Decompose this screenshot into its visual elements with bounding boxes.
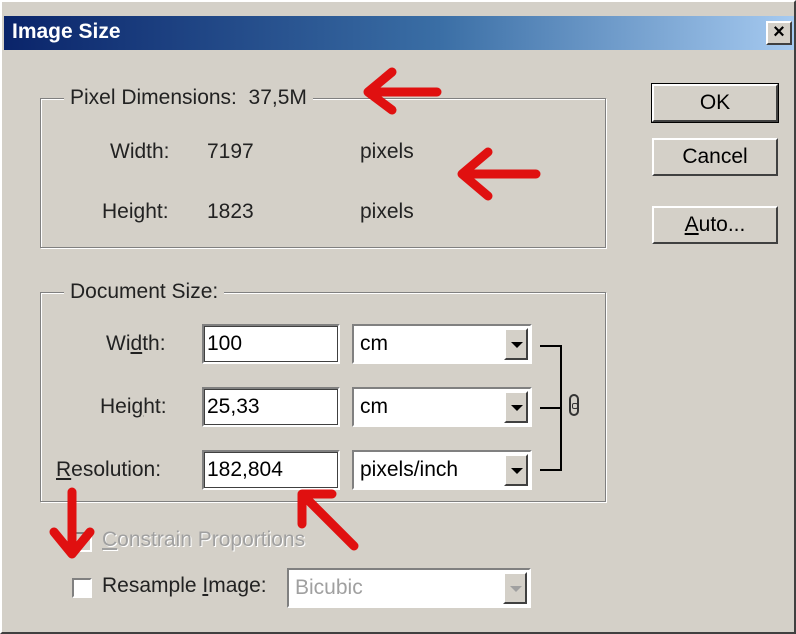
- doc-height-unit-value: cm: [360, 395, 388, 418]
- pixel-height-label: Height:: [102, 200, 169, 223]
- doc-width-input[interactable]: 100: [202, 324, 340, 364]
- auto-button[interactable]: Auto...: [652, 206, 778, 244]
- constrain-proportions-checkbox[interactable]: [72, 532, 92, 552]
- constrain-bracket: [540, 407, 562, 409]
- chevron-down-icon[interactable]: [503, 572, 527, 604]
- doc-width-unit-select[interactable]: cm: [352, 324, 532, 364]
- resample-method-value: Bicubic: [295, 576, 363, 599]
- resample-image-checkbox[interactable]: [72, 578, 92, 598]
- pixel-width-label: Width:: [110, 140, 170, 163]
- resample-method-select[interactable]: Bicubic: [287, 568, 531, 608]
- pixel-height-unit: pixels: [360, 200, 414, 223]
- resample-image-label: Resample Image:: [102, 574, 267, 597]
- pixel-width-unit: pixels: [360, 140, 414, 163]
- cancel-button[interactable]: Cancel: [652, 138, 778, 176]
- chevron-down-icon[interactable]: [504, 328, 528, 360]
- resolution-input[interactable]: 182,804: [202, 450, 340, 490]
- doc-width-unit-value: cm: [360, 332, 388, 355]
- doc-height-input[interactable]: 25,33: [202, 387, 340, 427]
- close-icon: ×: [773, 21, 785, 43]
- constrain-proportions-label: Constrain Proportions: [102, 528, 306, 551]
- pixel-height-value: 1823: [207, 200, 254, 223]
- pixel-dimensions-legend: Pixel Dimensions: 37,5M: [64, 86, 313, 110]
- pixel-width-value: 7197: [207, 140, 254, 163]
- resolution-unit-select[interactable]: pixels/inch: [352, 450, 532, 490]
- doc-height-label: Height:: [100, 395, 167, 418]
- constrain-bracket: [540, 469, 562, 471]
- resolution-unit-value: pixels/inch: [360, 458, 459, 481]
- chevron-down-icon[interactable]: [504, 454, 528, 486]
- doc-height-unit-select[interactable]: cm: [352, 387, 532, 427]
- pixel-dimensions-group: [40, 98, 606, 248]
- resolution-label: Resolution:: [56, 458, 162, 481]
- doc-width-label: Width:: [106, 332, 166, 355]
- ok-button[interactable]: OK: [651, 83, 779, 123]
- chain-link-icon: [569, 394, 579, 416]
- close-button[interactable]: ×: [766, 21, 792, 45]
- chevron-down-icon[interactable]: [504, 391, 528, 423]
- dialog-title: Image Size: [12, 20, 121, 43]
- document-size-legend: Document Size:: [64, 280, 225, 304]
- constrain-bracket: [540, 345, 562, 347]
- title-bar[interactable]: Image Size ×: [4, 16, 794, 50]
- image-size-dialog: Image Size × Pixel Dimensions: 37,5M Wid…: [0, 0, 796, 634]
